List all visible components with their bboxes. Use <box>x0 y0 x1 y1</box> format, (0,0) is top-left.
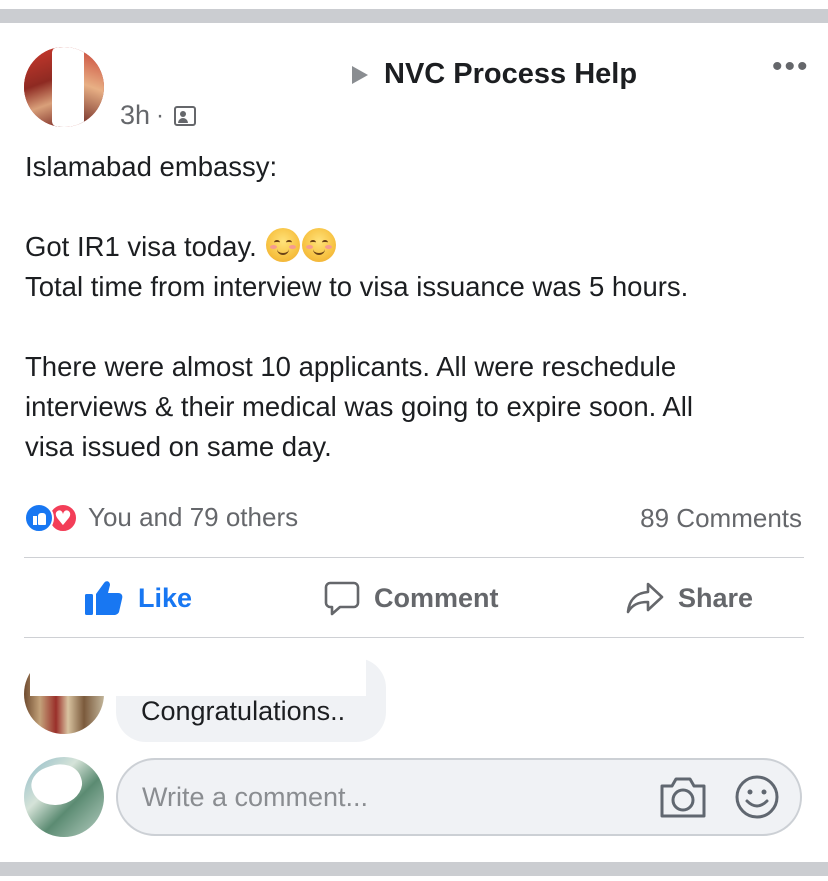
post-time[interactable]: 3h <box>120 100 150 131</box>
post-line: Total time from interview to visa issuan… <box>25 271 689 302</box>
post-line: interviews & their medical was going to … <box>25 391 693 422</box>
group-link[interactable]: NVC Process Help <box>352 58 637 91</box>
group-icon <box>174 105 197 126</box>
top-separator <box>0 0 828 23</box>
comment-input[interactable]: Write a comment... <box>116 758 802 836</box>
like-button[interactable]: Like <box>84 558 192 638</box>
post-line: There were almost 10 applicants. All wer… <box>25 351 677 382</box>
avatar-redaction <box>52 47 84 127</box>
thumbs-up-icon <box>85 581 123 615</box>
meta-separator: · <box>156 101 165 129</box>
my-avatar[interactable] <box>24 757 104 837</box>
camera-icon[interactable] <box>658 774 708 820</box>
comment-label: Comment <box>374 582 499 613</box>
bottom-separator <box>0 862 828 881</box>
like-reaction-icon <box>24 502 54 533</box>
redaction <box>30 646 366 696</box>
post-line-text: Got IR1 visa today. <box>25 231 257 262</box>
post-body: Islamabad embassy: Got IR1 visa today. T… <box>25 147 815 467</box>
share-label: Share <box>678 582 754 613</box>
post-line: Islamabad embassy: <box>25 151 278 182</box>
author-avatar[interactable] <box>24 47 104 127</box>
more-options-icon[interactable]: ••• <box>772 52 810 82</box>
post-meta: 3h · <box>120 100 197 131</box>
post-line: visa issued on same day. <box>25 431 332 462</box>
triangle-right-icon <box>352 65 368 84</box>
like-label: Like <box>138 582 193 613</box>
group-name[interactable]: NVC Process Help <box>384 58 637 91</box>
share-arrow-icon <box>626 582 664 614</box>
comment-icon <box>324 581 360 616</box>
post-line: Got IR1 visa today. <box>25 227 815 267</box>
smiling-face-icon <box>266 228 301 262</box>
comment-text: Congratulations.. <box>141 696 346 726</box>
comment-placeholder: Write a comment... <box>142 782 369 812</box>
smiling-face-icon <box>302 228 337 262</box>
emoji-smile-icon[interactable] <box>734 774 780 820</box>
reactions-text: You and 79 others <box>88 502 299 532</box>
comment-button[interactable]: Comment <box>324 558 499 638</box>
action-bar: Like Comment Share <box>24 558 804 638</box>
share-button[interactable]: Share <box>626 558 753 638</box>
reactions-summary[interactable]: You and 79 others <box>24 502 298 533</box>
comments-count[interactable]: 89 Comments <box>640 503 802 534</box>
avatar-redaction <box>26 757 88 813</box>
divider <box>24 637 804 638</box>
